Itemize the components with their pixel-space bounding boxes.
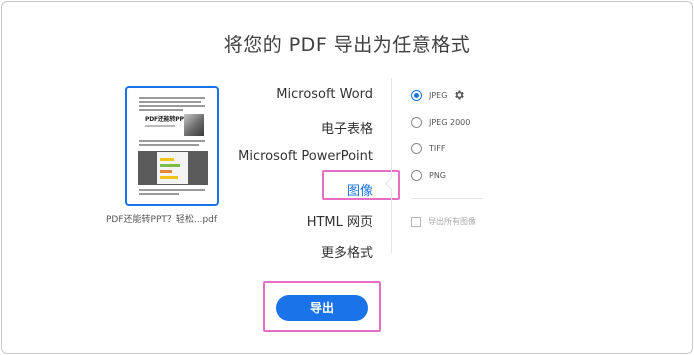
option-tiff[interactable]: TIFF [411, 141, 445, 155]
option-jpeg[interactable]: JPEG [411, 88, 465, 102]
thumbnail-bar [160, 164, 180, 167]
thumbnail-photo [184, 114, 204, 136]
thumbnail-bar [160, 176, 178, 179]
thumbnail-bar [160, 170, 172, 173]
format-more-formats[interactable]: 更多格式 [321, 242, 373, 261]
thumbnail-text-line [139, 97, 205, 99]
thumbnail-text-line [139, 140, 205, 142]
export-all-images-label: 导出所有图像 [428, 217, 476, 226]
jpeg-2000-label: JPEG 2000 [429, 117, 471, 127]
format-html-page[interactable]: HTML 网页 [307, 211, 373, 230]
jpeg-2000-radio[interactable] [411, 116, 422, 128]
export-all-images-checkbox[interactable] [411, 216, 421, 227]
jpeg-radio[interactable] [411, 89, 422, 101]
jpeg-label: JPEG [429, 90, 448, 100]
thumbnail-subline [145, 125, 175, 127]
pdf-thumbnail[interactable]: PDF还能转PPT？ [125, 86, 219, 206]
thumbnail-text-line [139, 189, 205, 191]
format-microsoft-powerpoint[interactable]: Microsoft PowerPoint [238, 149, 373, 164]
file-name: PDF还能转PPT？轻松...pdf [106, 215, 218, 225]
gear-icon[interactable] [453, 89, 465, 101]
tiff-label: TIFF [429, 143, 446, 153]
tiff-radio[interactable] [411, 142, 422, 154]
thumbnail-bar [160, 158, 174, 161]
options-divider [411, 198, 483, 199]
thumbnail-text-line [139, 144, 199, 146]
option-jpeg-2000[interactable]: JPEG 2000 [411, 115, 470, 129]
export-button[interactable]: 导出 [276, 295, 368, 321]
dialog-title: 将您的 PDF 导出为任意格式 [223, 34, 471, 56]
thumbnail-text-line [139, 105, 205, 107]
format-spreadsheet[interactable]: 电子表格 [321, 118, 373, 137]
thumbnail-card [157, 152, 188, 184]
option-png[interactable]: PNG [411, 168, 446, 182]
panel-divider [391, 78, 392, 253]
export-all-images-option[interactable]: 导出所有图像 [411, 216, 476, 227]
png-label: PNG [429, 170, 447, 180]
format-microsoft-word[interactable]: Microsoft Word [276, 87, 373, 102]
thumbnail-text-line [139, 109, 183, 111]
thumbnail-text-line [139, 101, 201, 103]
png-radio[interactable] [411, 169, 422, 181]
thumbnail-text-line [139, 193, 179, 195]
